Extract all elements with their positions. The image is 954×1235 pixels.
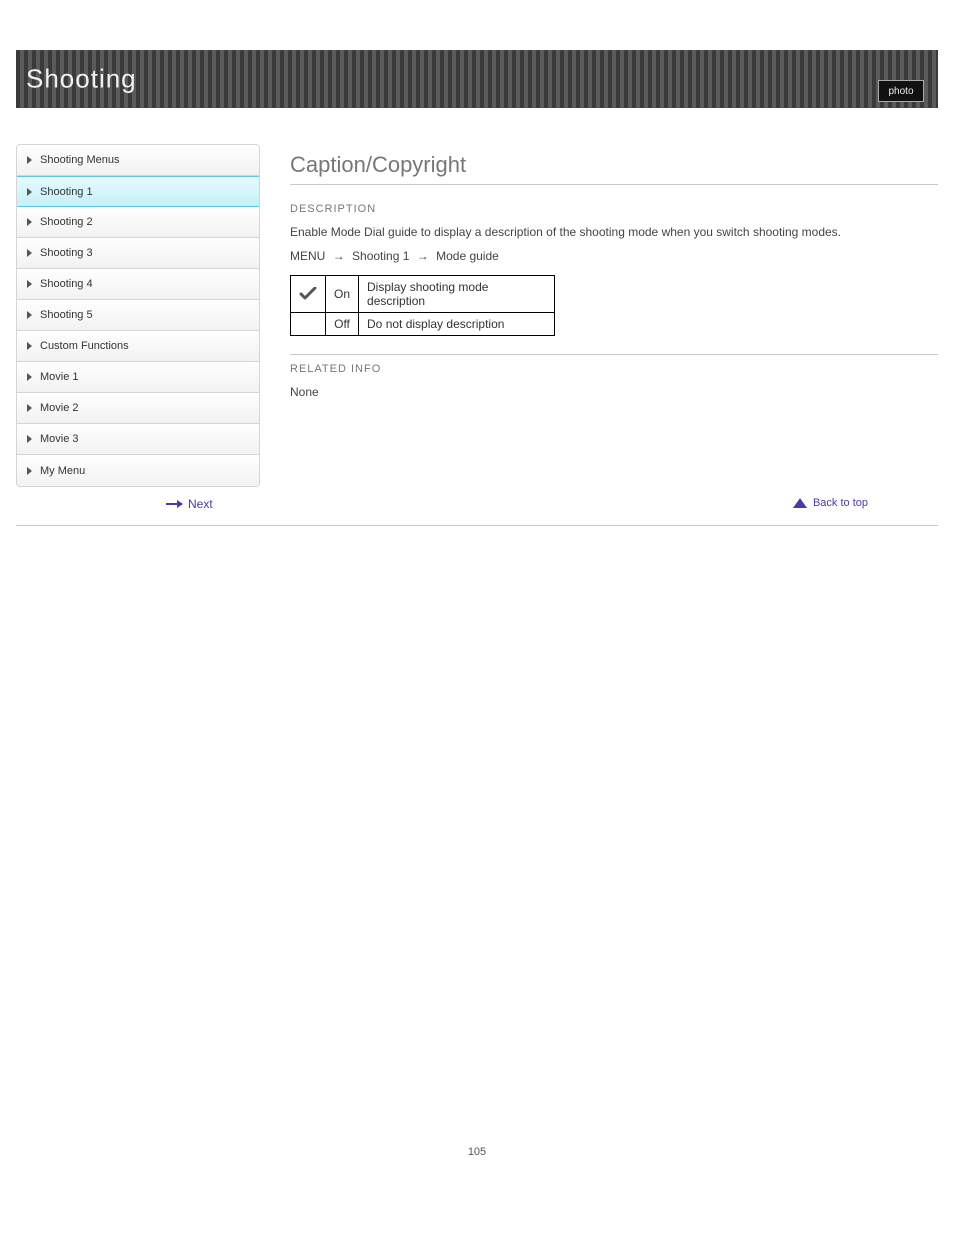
sidebar-item-my-menu[interactable]: My Menu — [17, 455, 259, 486]
header-tab: photo — [878, 80, 924, 102]
divider — [290, 354, 938, 355]
check-cell — [291, 313, 326, 336]
section-label-description: DESCRIPTION — [290, 203, 938, 215]
sidebar-item-label: Movie 1 — [40, 371, 79, 383]
triangle-up-icon — [793, 498, 807, 508]
sidebar-item-movie-1[interactable]: Movie 1 — [17, 362, 259, 393]
sidebar-item-custom-functions[interactable]: Custom Functions — [17, 331, 259, 362]
back-to-top-link[interactable]: Back to top — [793, 497, 868, 509]
sidebar-item-shooting-4[interactable]: Shooting 4 — [17, 269, 259, 300]
desc-cell: Do not display description — [359, 313, 555, 336]
path-seg: MENU — [290, 249, 325, 263]
sidebar: Shooting Menus Shooting 1 Shooting 2 Sho… — [16, 144, 260, 487]
back-to-top-label: Back to top — [813, 497, 868, 509]
nav-row: Next Back to top — [16, 497, 938, 521]
sidebar-item-shooting-5[interactable]: Shooting 5 — [17, 300, 259, 331]
chevron-right-icon — [27, 156, 32, 164]
path-seg: Shooting 1 — [352, 249, 409, 263]
chevron-right-icon — [27, 467, 32, 475]
sidebar-item-label: Movie 2 — [40, 402, 79, 414]
chevron-right-icon — [27, 342, 32, 350]
table-row: On Display shooting mode description — [291, 276, 555, 313]
sidebar-item-label: Shooting 2 — [40, 216, 93, 228]
section-label-related: RELATED INFO — [290, 363, 938, 375]
description-text: Enable Mode Dial guide to display a desc… — [290, 225, 938, 239]
sidebar-item-label: Shooting Menus — [40, 154, 120, 166]
arrow-right-icon: → — [417, 249, 429, 263]
sidebar-item-label: Shooting 1 — [40, 186, 93, 198]
value-cell: Off — [326, 313, 359, 336]
sidebar-item-shooting-3[interactable]: Shooting 3 — [17, 238, 259, 269]
value-cell: On — [326, 276, 359, 313]
sidebar-item-label: Shooting 4 — [40, 278, 93, 290]
main-content: Caption/Copyright DESCRIPTION Enable Mod… — [260, 144, 938, 409]
divider — [290, 184, 938, 185]
sidebar-item-shooting-1[interactable]: Shooting 1 — [17, 176, 259, 207]
related-text: None — [290, 385, 938, 399]
settings-table: On Display shooting mode description Off… — [290, 275, 555, 336]
chevron-right-icon — [27, 280, 32, 288]
arrow-right-icon — [166, 503, 182, 505]
sidebar-item-label: Custom Functions — [40, 340, 129, 352]
sidebar-item-movie-2[interactable]: Movie 2 — [17, 393, 259, 424]
desc-cell: Display shooting mode description — [359, 276, 555, 313]
chevron-right-icon — [27, 435, 32, 443]
header-band: Shooting photo — [16, 50, 938, 108]
sidebar-item-shooting-menus[interactable]: Shooting Menus — [17, 145, 259, 176]
sidebar-item-label: Shooting 3 — [40, 247, 93, 259]
page-title: Caption/Copyright — [290, 152, 938, 178]
next-link[interactable]: Next — [166, 497, 213, 511]
sidebar-item-label: My Menu — [40, 465, 85, 477]
chevron-right-icon — [27, 373, 32, 381]
sidebar-item-label: Shooting 5 — [40, 309, 93, 321]
check-icon — [299, 287, 317, 301]
page-number: 105 — [16, 1146, 938, 1178]
chevron-right-icon — [27, 311, 32, 319]
chevron-right-icon — [27, 218, 32, 226]
chevron-right-icon — [27, 249, 32, 257]
path-seg: Mode guide — [436, 249, 499, 263]
sidebar-item-movie-3[interactable]: Movie 3 — [17, 424, 259, 455]
arrow-right-icon: → — [333, 249, 345, 263]
header-title: Shooting — [26, 64, 137, 95]
divider — [16, 525, 938, 526]
menu-path: MENU → Shooting 1 → Mode guide — [290, 249, 938, 263]
chevron-right-icon — [27, 188, 32, 196]
sidebar-item-label: Movie 3 — [40, 433, 79, 445]
table-row: Off Do not display description — [291, 313, 555, 336]
sidebar-item-shooting-2[interactable]: Shooting 2 — [17, 207, 259, 238]
next-label: Next — [188, 497, 213, 511]
check-cell — [291, 276, 326, 313]
chevron-right-icon — [27, 404, 32, 412]
